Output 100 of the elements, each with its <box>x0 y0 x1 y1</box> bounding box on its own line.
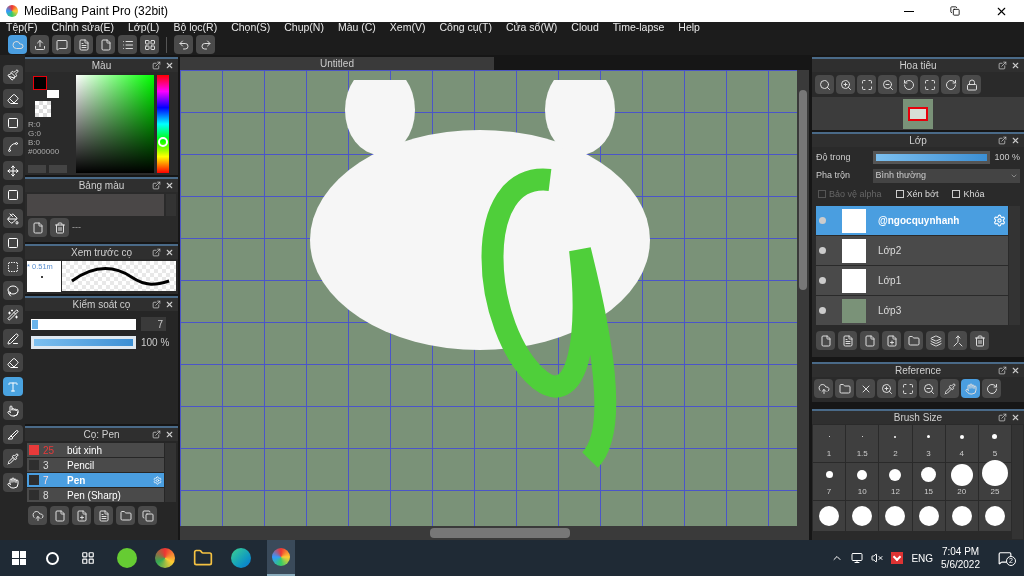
menu-item[interactable]: Xem(V) <box>389 20 426 36</box>
eraser-icon[interactable] <box>2 89 23 108</box>
brush-size-option[interactable] <box>912 501 945 531</box>
curve-icon[interactable] <box>2 137 23 156</box>
close-icon[interactable] <box>1011 61 1020 70</box>
document-icon[interactable] <box>838 331 857 350</box>
hand-icon[interactable] <box>2 473 23 492</box>
brush-size-option[interactable]: 25 <box>978 463 1011 500</box>
add-layer-icon[interactable] <box>882 331 901 350</box>
brush-list-item[interactable]: 3 Pencil <box>27 458 164 472</box>
brush-list-item[interactable]: 25 bút xinh <box>27 443 164 457</box>
task-view-icon[interactable] <box>81 551 95 565</box>
close-icon[interactable] <box>165 248 174 257</box>
scrollbar[interactable] <box>1009 206 1020 325</box>
menu-item[interactable]: Chụp(N) <box>284 20 324 36</box>
page-icon[interactable] <box>860 331 879 350</box>
new-page-icon[interactable] <box>28 218 47 237</box>
close-icon[interactable] <box>1011 136 1020 145</box>
eyedropper-icon[interactable] <box>940 379 959 398</box>
menu-item[interactable]: Công cụ(T) <box>439 20 492 36</box>
brush-size-option[interactable] <box>978 501 1011 531</box>
page-icon[interactable] <box>50 506 69 525</box>
vertical-scrollbar-thumb[interactable] <box>799 90 807 290</box>
brush-list-item[interactable]: 8 Pen (Sharp) <box>27 488 164 502</box>
fullscreen-icon[interactable] <box>920 75 939 94</box>
paint-bucket-icon[interactable] <box>2 209 23 228</box>
saturation-picker[interactable] <box>76 75 154 173</box>
menu-item[interactable]: Cloud <box>571 20 599 36</box>
duplicate-icon[interactable] <box>926 331 945 350</box>
cloud-icon[interactable] <box>814 379 833 398</box>
volume-muted-icon[interactable] <box>871 552 884 564</box>
size-slider-track[interactable] <box>31 318 136 330</box>
brush-size-option[interactable]: 1.5 <box>846 425 879 462</box>
move-icon[interactable] <box>2 161 23 180</box>
popout-icon[interactable] <box>152 430 161 439</box>
rotate-right-icon[interactable] <box>941 75 960 94</box>
horizontal-scrollbar-thumb[interactable] <box>430 528 570 538</box>
new-layer-icon[interactable] <box>816 331 835 350</box>
zoom-in-icon[interactable] <box>877 379 896 398</box>
brush-size-option[interactable] <box>879 501 912 531</box>
hand-icon[interactable] <box>961 379 980 398</box>
brush-size-option[interactable]: 10 <box>846 463 879 500</box>
windows-start-icon[interactable] <box>12 551 26 565</box>
layer-option-checkbox[interactable]: Khóa <box>952 187 985 201</box>
menu-item[interactable]: Help <box>678 20 700 36</box>
brush-size-option[interactable]: 5 <box>978 425 1011 462</box>
copy-icon[interactable] <box>138 506 157 525</box>
popout-icon[interactable] <box>152 181 161 190</box>
folder-icon[interactable] <box>193 548 213 568</box>
grid-icon[interactable] <box>140 35 159 54</box>
merge-icon[interactable] <box>948 331 967 350</box>
cloud-icon[interactable] <box>8 35 27 54</box>
add-page-icon[interactable] <box>72 506 91 525</box>
folder-icon[interactable] <box>904 331 923 350</box>
brush-size-option[interactable]: 15 <box>912 463 945 500</box>
layer-option-checkbox[interactable]: Xén bớt <box>895 187 939 201</box>
menu-item[interactable]: Cửa sổ(W) <box>505 20 558 36</box>
menu-item[interactable]: Màu (C) <box>337 20 376 36</box>
list-icon[interactable] <box>118 35 137 54</box>
magic-wand-icon[interactable] <box>2 305 23 324</box>
page-icon[interactable] <box>96 35 115 54</box>
dashed-square-icon[interactable] <box>2 257 23 276</box>
undo-icon[interactable] <box>174 35 193 54</box>
scrollbar[interactable] <box>165 443 176 502</box>
popout-icon[interactable] <box>152 248 161 257</box>
menu-item[interactable]: Bộ lọc(R) <box>173 20 218 36</box>
brush-icon[interactable] <box>2 65 23 84</box>
trash-icon[interactable] <box>970 331 989 350</box>
fit-icon[interactable] <box>898 379 917 398</box>
folder-icon[interactable] <box>116 506 135 525</box>
background-color-swatch[interactable] <box>47 90 59 98</box>
brush-size-option[interactable]: 7 <box>813 463 846 500</box>
brush-size-option[interactable]: 20 <box>945 463 978 500</box>
language-indicator[interactable]: ENG <box>911 550 934 566</box>
menu-item[interactable]: Chỉnh sửa(E) <box>51 20 114 36</box>
layer-row[interactable]: Lớp1 <box>816 266 1008 295</box>
speech-bubble-icon[interactable] <box>52 35 71 54</box>
layer-row[interactable]: Lớp2 <box>816 236 1008 265</box>
document-icon[interactable] <box>94 506 113 525</box>
zoom-out-icon[interactable] <box>878 75 897 94</box>
close-icon[interactable] <box>165 181 174 190</box>
settings-icon[interactable] <box>993 214 1006 227</box>
close-icon[interactable] <box>1011 413 1020 422</box>
menu-item[interactable]: Chọn(S) <box>231 20 271 36</box>
eraser-icon[interactable] <box>2 353 23 372</box>
redo-icon[interactable] <box>196 35 215 54</box>
brush-size-option[interactable]: 12 <box>879 463 912 500</box>
brush-size-option[interactable]: 3 <box>912 425 945 462</box>
rotate-left-icon[interactable] <box>899 75 918 94</box>
popout-icon[interactable] <box>152 61 161 70</box>
square-icon[interactable] <box>2 113 23 132</box>
document-icon[interactable] <box>74 35 93 54</box>
foreground-color-swatch[interactable] <box>33 76 47 90</box>
canvas-tab[interactable]: Untitled <box>180 57 494 70</box>
folder-icon[interactable] <box>835 379 854 398</box>
close-icon[interactable] <box>165 430 174 439</box>
close-icon[interactable] <box>165 300 174 309</box>
brush-size-option[interactable] <box>813 501 846 531</box>
close-icon[interactable] <box>856 379 875 398</box>
trash-icon[interactable] <box>50 218 69 237</box>
